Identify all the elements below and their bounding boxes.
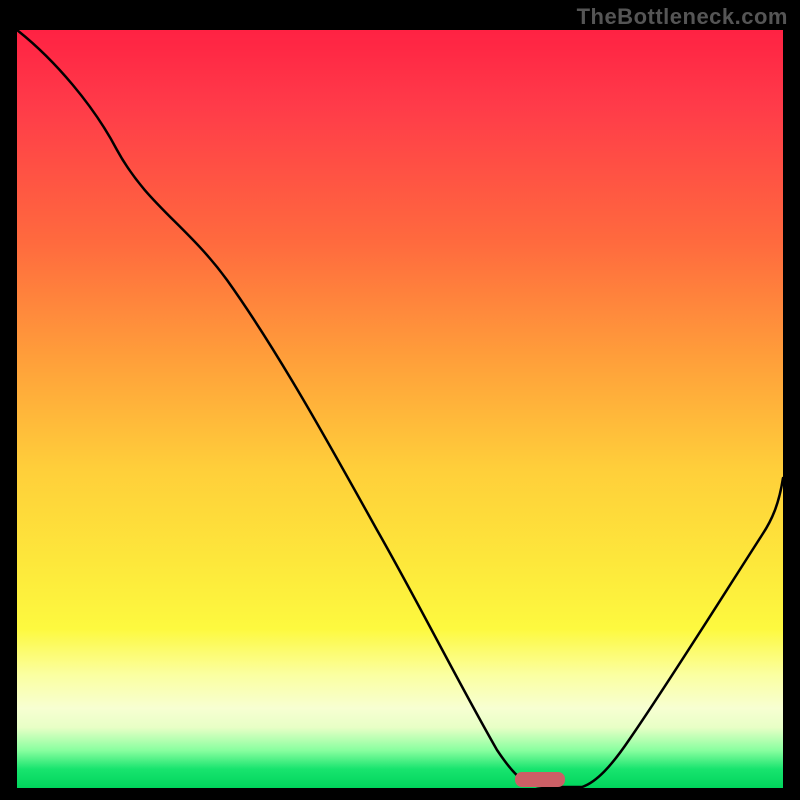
watermark-label: TheBottleneck.com xyxy=(577,4,788,30)
optimal-marker xyxy=(515,772,565,787)
bottleneck-curve xyxy=(17,30,783,787)
plot-area xyxy=(17,30,783,788)
chart-frame: TheBottleneck.com xyxy=(0,0,800,800)
chart-overlay xyxy=(17,30,783,788)
